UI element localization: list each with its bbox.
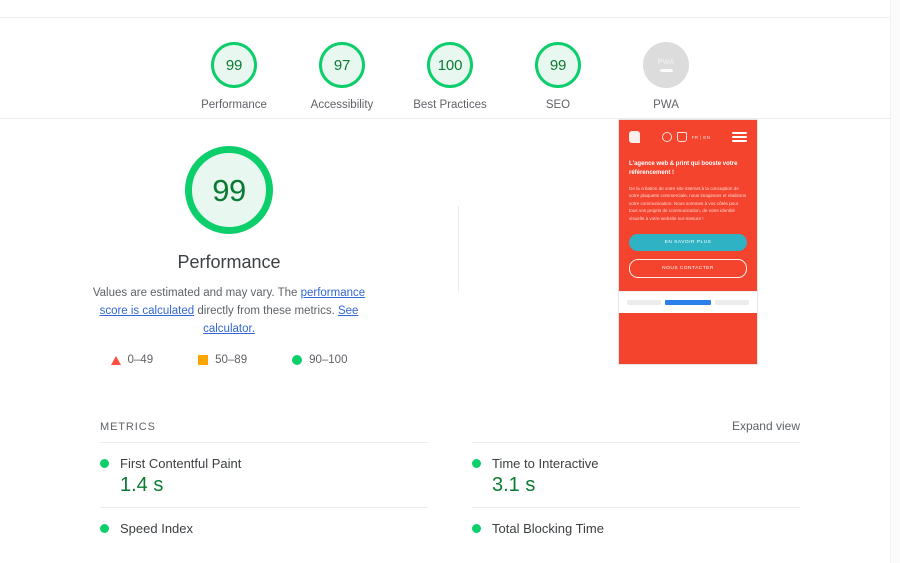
metrics-section: METRICS Expand view First Contentful Pai… [0,419,900,546]
screenshot-paragraph: De la création de votre site internet à … [629,186,747,221]
status-dot-pass-icon [472,524,481,533]
section-divider [458,206,459,292]
metric-first-contentful-paint[interactable]: First Contentful Paint 1.4 s [100,442,428,507]
triangle-icon [110,355,121,365]
footer-block-highlight [664,300,712,306]
footer-block [715,300,749,306]
performance-title: Performance [177,252,281,272]
gauge-label-best-practices: Best Practices [413,99,487,111]
screenshot-primary-button: EN SAVOIR PLUS [629,234,747,252]
gauge-ring-performance: 99 [211,42,257,88]
lighthouse-report: 99 Performance 97 Accessibility 100 Best… [0,0,900,563]
gauge-ring-accessibility: 97 [319,42,365,88]
pwa-badge-dash [659,68,673,72]
metric-name: First Contentful Paint [120,456,242,471]
metric-speed-index[interactable]: Speed Index [100,507,428,546]
gauge-score-accessibility: 97 [333,56,351,74]
score-gauge-best-practices[interactable]: 100 Best Practices [396,42,504,111]
gauge-score-performance: 99 [225,56,243,74]
metric-name: Speed Index [120,521,194,536]
metrics-header: METRICS Expand view [100,419,800,442]
performance-summary: 99 Performance Values are estimated and … [0,119,458,366]
metric-name: Time to Interactive [492,456,599,471]
pwa-badge-text: PWA [657,58,675,66]
screenshot-headline: L'agence web & print qui booste votre ré… [629,161,738,176]
hamburger-menu-icon [731,132,747,142]
performance-gauge: 99 [185,146,273,234]
legend-label-pass: 90–100 [309,354,348,366]
screenshot-nav-icons: FR | EN [661,132,711,142]
score-gauge-accessibility[interactable]: 97 Accessibility [288,42,396,111]
gauge-ring-seo: 99 [535,42,581,88]
square-icon [198,355,209,365]
description-part-1: Values are estimated and may vary. The [92,287,301,299]
metric-time-to-interactive[interactable]: Time to Interactive 3.1 s [472,442,800,507]
metric-row: Time to Interactive [472,456,800,471]
gauge-label-seo: SEO [545,99,571,111]
score-legend: 0–49 50–89 90–100 [110,354,347,366]
page-right-edge [890,0,900,563]
status-dot-pass-icon [472,459,481,468]
metric-row: First Contentful Paint [100,456,428,471]
legend-item-fail: 0–49 [110,354,154,366]
search-icon [661,132,672,142]
pwa-badge-icon: PWA [643,42,689,88]
gauge-score-seo: 99 [549,56,567,74]
metric-value: 1.4 s [120,474,164,496]
circle-icon [292,355,303,365]
expand-view-toggle[interactable]: Expand view [732,419,800,433]
final-screenshot-panel: FR | EN L'agence web & print qui booste … [458,119,900,365]
screenshot-site-header: FR | EN [629,131,747,143]
legend-label-fail: 0–49 [127,354,154,366]
score-gauge-seo[interactable]: 99 SEO [504,42,612,111]
performance-score: 99 [212,172,246,208]
gauge-label-performance: Performance [201,99,267,111]
legend-item-pass: 90–100 [292,354,347,366]
screenshot-secondary-button: NOUS CONTACTER [629,259,747,279]
metric-name: Total Blocking Time [492,521,604,536]
performance-description: Values are estimated and may vary. The p… [79,284,379,338]
gauge-ring-best-practices: 100 [427,42,473,88]
metrics-section-title: METRICS [100,421,156,433]
score-gauge-pwa[interactable]: PWA PWA [612,42,720,111]
performance-section: 99 Performance Values are estimated and … [0,119,900,419]
final-screenshot: FR | EN L'agence web & print qui booste … [618,119,758,365]
metric-row: Speed Index [100,521,428,536]
metrics-grid: First Contentful Paint 1.4 s Time to Int… [100,442,800,546]
metric-total-blocking-time[interactable]: Total Blocking Time [472,507,800,546]
language-switch: FR | EN [691,134,711,140]
metric-row: Total Blocking Time [472,521,800,536]
score-gauge-performance[interactable]: 99 Performance [180,42,288,111]
report-top-strip [0,0,900,18]
score-scales-bar: 99 Performance 97 Accessibility 100 Best… [0,18,900,119]
gauge-label-pwa: PWA [653,99,679,111]
footer-block [627,300,661,306]
status-dot-pass-icon [100,524,109,533]
gauge-label-accessibility: Accessibility [310,99,374,111]
description-part-2: directly from these metrics. [194,305,338,317]
screenshot-page-body: FR | EN L'agence web & print qui booste … [619,120,757,364]
gauge-score-best-practices: 100 [437,56,463,74]
legend-item-average: 50–89 [198,354,247,366]
site-logo-icon [629,131,640,143]
status-dot-pass-icon [100,459,109,468]
screenshot-footer-strip [619,291,757,314]
cart-icon [676,132,687,142]
metric-value: 3.1 s [492,474,536,496]
legend-label-average: 50–89 [215,354,248,366]
